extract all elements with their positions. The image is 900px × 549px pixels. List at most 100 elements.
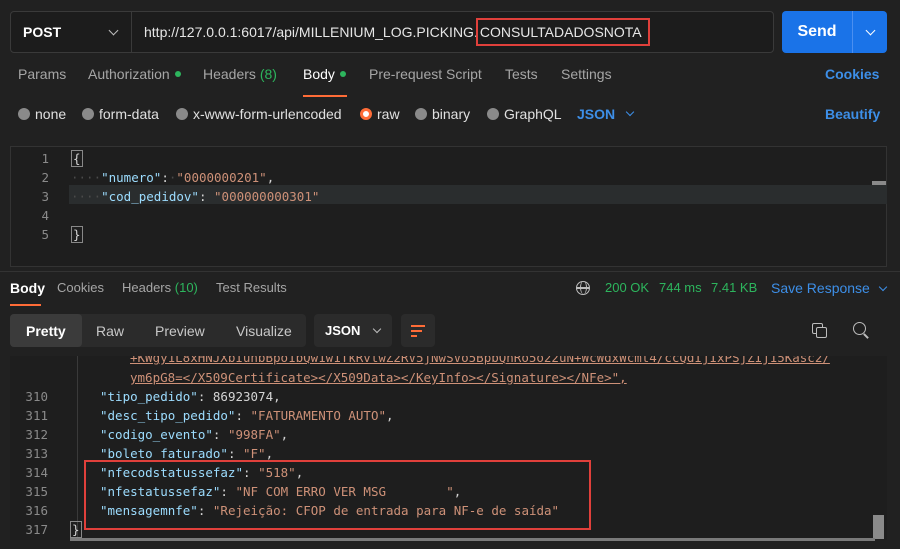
json-key: "numero": [101, 170, 162, 185]
line-number: 3: [41, 189, 49, 204]
chevron-down-icon: [865, 25, 875, 35]
body-format-select[interactable]: JSON: [577, 106, 635, 122]
line-number: 313: [25, 446, 48, 461]
pane-divider[interactable]: [0, 271, 900, 272]
url-endpoint-highlight: CONSULTADADOSNOTA: [475, 18, 650, 46]
method-select[interactable]: POST: [11, 12, 132, 52]
tab-pre-request-script[interactable]: Pre-request Script: [369, 66, 482, 82]
response-size[interactable]: 7.41 KB: [711, 280, 757, 295]
code-line: {: [71, 150, 83, 167]
tab-headers[interactable]: Headers (8): [203, 66, 277, 82]
radio-icon: [82, 108, 94, 120]
send-label: Send: [797, 23, 837, 40]
tab-response-cookies[interactable]: Cookies: [57, 280, 104, 295]
close-brace: }: [70, 521, 82, 538]
json-key: "boleto_faturado": [100, 446, 228, 461]
request-body-editor[interactable]: 1 2 3 4 5 { ····"numero":·"0000000201", …: [10, 146, 887, 267]
tab-authorization-label: Authorization: [88, 66, 170, 82]
code-line: ····"numero":·"0000000201",: [71, 170, 275, 185]
globe-icon[interactable]: [576, 281, 590, 295]
line-number: 316: [25, 503, 48, 518]
highlight-box: [84, 460, 591, 530]
send-options-button[interactable]: [853, 11, 887, 53]
body-type-options: none form-data x-www-form-urlencoded raw…: [0, 106, 900, 126]
tab-settings[interactable]: Settings: [561, 66, 612, 82]
tab-response-headers-count: (10): [174, 280, 198, 295]
line-number: 1: [41, 151, 49, 166]
radio-binary[interactable]: binary: [415, 106, 470, 122]
send-button[interactable]: Send: [782, 11, 887, 53]
radio-icon: [487, 108, 499, 120]
cert-line-tail: ym6pG8=</X509Certificate></X509Data></Ke…: [130, 370, 627, 385]
close-brace: }: [71, 226, 83, 243]
json-value: "FATURAMENTO AUTO": [250, 408, 386, 423]
chevron-down-icon: [108, 25, 119, 35]
radio-none-label: none: [35, 106, 67, 122]
line-number: 311: [25, 408, 48, 423]
radio-binary-label: binary: [432, 106, 471, 122]
json-row: "tipo_pedido": 86923074,: [100, 389, 281, 404]
wrap-lines-button[interactable]: [401, 314, 435, 347]
json-value: "998FA": [227, 427, 281, 442]
cookies-link[interactable]: Cookies: [825, 66, 879, 82]
tab-response-headers[interactable]: Headers (10): [122, 280, 198, 295]
radio-form-data[interactable]: form-data: [82, 106, 159, 122]
line-number: 315: [25, 484, 48, 499]
status-code[interactable]: 200 OK: [605, 280, 649, 295]
view-raw[interactable]: Raw: [96, 314, 124, 347]
json-row: "boleto_faturado": "F",: [100, 446, 274, 461]
status-dot-icon: [174, 71, 181, 78]
beautify-link[interactable]: Beautify: [825, 106, 880, 122]
json-row: }: [70, 521, 82, 538]
radio-selected-icon: [360, 108, 372, 120]
radio-form-data-label: form-data: [99, 106, 159, 122]
radio-raw[interactable]: raw: [360, 106, 400, 122]
line-number: 314: [25, 465, 48, 480]
chevron-down-icon: [373, 324, 382, 333]
code-line: }: [71, 226, 83, 243]
response-active-tab-indicator: [10, 304, 41, 306]
radio-graphql[interactable]: GraphQL: [487, 106, 562, 122]
tab-headers-label: Headers: [203, 66, 256, 82]
radio-x-www-form-urlencoded[interactable]: x-www-form-urlencoded: [176, 106, 342, 122]
tab-headers-count: (8): [259, 66, 277, 82]
search-icon[interactable]: [853, 322, 869, 338]
url-prefix: http://127.0.0.1:6017/api/MILLENIUM_LOG.…: [144, 24, 478, 40]
json-row: "desc_tipo_pedido": "FATURAMENTO AUTO",: [100, 408, 394, 423]
save-response-button[interactable]: Save Response: [771, 280, 887, 296]
radio-icon: [415, 108, 427, 120]
json-key: "cod_pedidov": [101, 189, 199, 204]
tab-authorization[interactable]: Authorization: [88, 66, 181, 82]
view-preview[interactable]: Preview: [155, 314, 205, 347]
copy-icon[interactable]: [812, 323, 827, 338]
tab-body[interactable]: Body: [303, 66, 346, 82]
active-tab-indicator: [303, 95, 347, 97]
tab-params[interactable]: Params: [18, 66, 66, 82]
line-number: 4: [41, 208, 49, 223]
radio-raw-label: raw: [377, 106, 400, 122]
response-vertical-scrollbar[interactable]: [873, 515, 884, 539]
response-horizontal-scrollbar[interactable]: [70, 538, 875, 541]
json-value: "000000000301": [214, 189, 320, 204]
view-visualize[interactable]: Visualize: [236, 314, 292, 347]
tab-test-results[interactable]: Test Results: [216, 280, 287, 295]
tab-response-body[interactable]: Body: [10, 280, 45, 296]
status-dot-icon: [339, 71, 346, 78]
json-value: "0000000201": [176, 170, 267, 185]
response-format-select[interactable]: JSON: [314, 314, 392, 347]
tab-tests[interactable]: Tests: [505, 66, 538, 82]
view-pretty[interactable]: Pretty: [10, 314, 82, 347]
response-time[interactable]: 744 ms: [659, 280, 702, 295]
save-response-label: Save Response: [771, 280, 870, 296]
radio-icon: [176, 108, 188, 120]
tab-body-label: Body: [303, 66, 335, 82]
editor-scrollbar[interactable]: [872, 181, 886, 185]
line-number: 310: [25, 389, 48, 404]
radio-urlencoded-label: x-www-form-urlencoded: [193, 106, 342, 122]
response-format-label: JSON: [325, 323, 361, 338]
url-input[interactable]: http://127.0.0.1:6017/api/MILLENIUM_LOG.…: [132, 12, 773, 52]
tab-response-headers-label: Headers: [122, 280, 172, 295]
radio-none[interactable]: none: [18, 106, 66, 122]
cert-partial-line: +KWgy1L8xHNJXbIunbBpo1bQw1w1TkRvtwZ2RV5j…: [130, 356, 830, 365]
line-number: 5: [41, 227, 49, 242]
